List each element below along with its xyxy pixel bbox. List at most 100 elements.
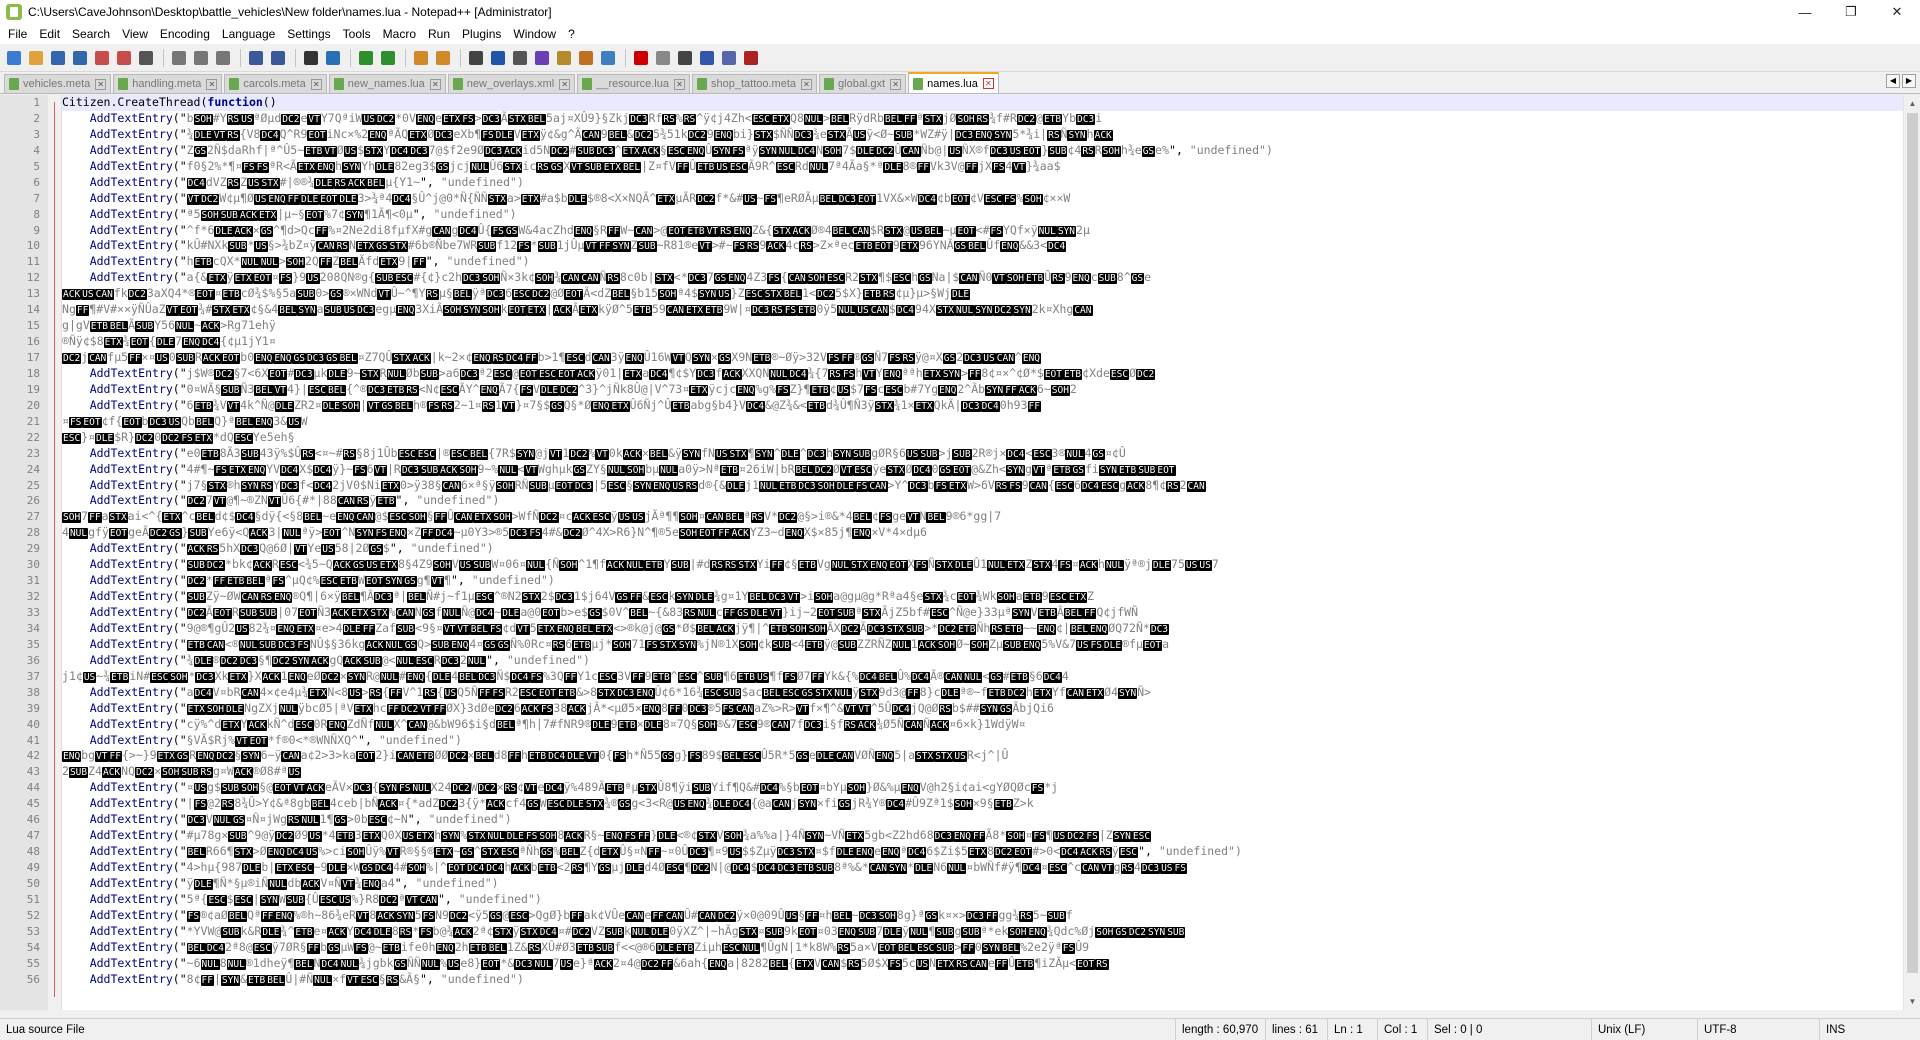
tab--resource-lua[interactable]: __resource.lua ✕ <box>577 74 690 93</box>
code-line[interactable]: AddTextEntry("DC3VNUL GS¤Ñ¤jWgRS NUL1¶GS>0… <box>62 812 1920 828</box>
menu-edit[interactable]: Edit <box>33 24 66 44</box>
zoom-in-button[interactable] <box>356 48 376 68</box>
menu-language[interactable]: Language <box>216 24 281 44</box>
code-line[interactable]: DC2jCANfµ5FF×¤US0SUBRACK EOTb0ENQ ENQ GS DC3… <box>62 350 1920 366</box>
tab-new-names-lua[interactable]: new_names.lua ✕ <box>328 74 446 93</box>
code-line[interactable]: AddTextEntry("aDC4V¤bRCAN4×¢e4µ¾ETXN<8US… <box>62 685 1920 701</box>
code-line[interactable]: AddTextEntry("#µ78g×SUB^9@ÿDC2Ø9US*4ETB3… <box>62 828 1920 844</box>
code-line[interactable]: AddTextEntry("¾DLE VT RS{V8DC4Q^R9EOTiNc×%… <box>62 127 1920 143</box>
paste-button[interactable] <box>213 48 233 68</box>
menu-settings[interactable]: Settings <box>281 24 336 44</box>
code-line[interactable]: AddTextEntry("9@®¶gÛ2US82¾¤ENQ ETX¤e>4DLE… <box>62 621 1920 637</box>
code-line[interactable]: AddTextEntry("e0ETB8Ã3SUB43ÿ%$ÛRS<¤~#RS§… <box>62 446 1920 462</box>
tab-close-icon[interactable]: ✕ <box>674 78 685 90</box>
save-button[interactable] <box>48 48 68 68</box>
open-file-button[interactable] <box>26 48 46 68</box>
vertical-scrollbar[interactable]: ▲ ▼ <box>1903 95 1920 1010</box>
zoom-out-button[interactable] <box>378 48 398 68</box>
sync-vertical-button[interactable] <box>411 48 431 68</box>
copy-button[interactable] <box>191 48 211 68</box>
code-line[interactable]: AddTextEntry("*YVW@SUBk&RDLE¾^ETBe¤ACKYD… <box>62 924 1920 940</box>
code-line[interactable]: AddTextEntry("4>hµ{987DLEb|ETX ESC~9DLE×W… <box>62 860 1920 876</box>
tab-carcols-meta[interactable]: carcols.meta ✕ <box>224 74 327 93</box>
tab-close-icon[interactable]: ✕ <box>559 78 571 90</box>
code-line[interactable]: ¤FS EOT¢f{EOTbDC3 USQbBELQ}ªBEL ENQ3&USW <box>62 414 1920 430</box>
tab-close-icon[interactable]: ✕ <box>206 78 218 90</box>
close-window-button[interactable]: ✕ <box>1874 0 1920 24</box>
code-line[interactable]: AddTextEntry("ZGS2Ñ$daRhf|ª^Û5~ETB VTØUS$… <box>62 143 1920 159</box>
redo-button[interactable] <box>268 48 288 68</box>
menu-macro[interactable]: Macro <box>377 24 422 44</box>
menu-run[interactable]: Run <box>422 24 456 44</box>
status-insert-mode[interactable]: INS <box>1820 1019 1870 1040</box>
code-line[interactable]: AddTextEntry("SUB DC2*bk¢ACKRESC<¾5~QACK G… <box>62 557 1920 573</box>
code-line[interactable]: AddTextEntry("kÛ#NXkSUB*US§>¾bZ¤ÿCAN RSNE… <box>62 238 1920 254</box>
tab-close-icon[interactable]: ✕ <box>429 78 441 90</box>
code-line[interactable]: AddTextEntry("¤USg$SUB SOH§@EOT VT ACKeÃV×D… <box>62 780 1920 796</box>
menu-plugins[interactable]: Plugins <box>456 24 507 44</box>
code-line[interactable]: g|gVETB BELÃSUBY56NUL~ACK>Rg71ehÿ <box>62 318 1920 334</box>
tab-scroll-right-icon[interactable]: ▶ <box>1902 74 1916 88</box>
tab-scroll-left-icon[interactable]: ◀ <box>1886 74 1900 88</box>
code-line[interactable]: SOH7FFaSTXai<^{ETX^cBELd¢$DC4§dÿ{<§8BEL~… <box>62 509 1920 525</box>
minimize-button[interactable]: — <box>1782 0 1828 24</box>
menu-tools[interactable]: Tools <box>337 24 377 44</box>
doc-map-button[interactable] <box>532 48 552 68</box>
code-line[interactable]: j1¢US~¾ETBiN#ESC SOH*DC3XkETX}XACK1ENQeØD… <box>62 669 1920 685</box>
menu-encoding[interactable]: Encoding <box>154 24 216 44</box>
menu-search[interactable]: Search <box>66 24 116 44</box>
print-button[interactable] <box>136 48 156 68</box>
code-line[interactable]: ESC}¤DLE$R}DC20DC2 FS ETX*dQESCYe5eh§ <box>62 430 1920 446</box>
tab-close-icon[interactable]: ✕ <box>310 78 322 90</box>
code-line[interactable]: AddTextEntry("BELR66¶STX>ØENQ DC4 US%>ciSO… <box>62 844 1920 860</box>
code-line[interactable]: AddTextEntry("8¢FF|SYN&ETB BELÛ|#ÑNUL×fVT… <box>62 972 1920 988</box>
code-line[interactable]: AddTextEntry("ETX SOH DLENgZXjNULÿbcØ5|ªVE… <box>62 701 1920 717</box>
menu-window[interactable]: Window <box>507 24 562 44</box>
spell-check-button[interactable] <box>741 48 761 68</box>
code-line[interactable]: AddTextEntry("DC2*FF ETB BELªFS^µQ¢%ESC ETB… <box>62 573 1920 589</box>
tab-vehicles-meta[interactable]: vehicles.meta ✕ <box>4 74 112 93</box>
code-line[interactable]: AddTextEntry("DC2ÃEOTRSUB SUB|07EOTÑ3ACK E… <box>62 605 1920 621</box>
status-eol[interactable]: Unix (LF) <box>1592 1018 1698 1040</box>
find-button[interactable] <box>301 48 321 68</box>
code-line[interactable]: NgFF¶#V#××ÿÑÛaZVT EOT¾#STX ETX¢§&4BEL SYNaS… <box>62 302 1920 318</box>
tab-close-icon[interactable]: ✕ <box>982 78 994 89</box>
run-macro-multiple-button[interactable] <box>697 48 717 68</box>
code-line[interactable]: AddTextEntry("DC4dVZRSZUS STX#|®®¾DLE RS AC… <box>62 175 1920 191</box>
tab-global-gxt[interactable]: global.gxt ✕ <box>819 74 907 93</box>
tab-close-icon[interactable]: ✕ <box>801 78 813 90</box>
record-macro-button[interactable] <box>631 48 651 68</box>
tab-shop-tattoo-meta[interactable]: shop_tattoo.meta ✕ <box>692 74 818 93</box>
code-line[interactable]: 4NULgfÿEOTgeÃDC2 GS}SUBYe6ÿ<QACK3|NULªÿ>E… <box>62 525 1920 541</box>
editor-pane[interactable]: 1 2 3 4 5 6 7 8 9 10 11 12 13 14 15 16 17 18 19 20 21 22 23 24 2… <box>0 95 1920 1010</box>
cut-button[interactable] <box>169 48 189 68</box>
indent-guide-button[interactable] <box>510 48 530 68</box>
save-macro-button[interactable] <box>719 48 739 68</box>
code-line[interactable]: AddTextEntry("hETBcQX*NUL NUL>SOH2QFFZBEL… <box>62 254 1920 270</box>
play-macro-button[interactable] <box>675 48 695 68</box>
replace-button[interactable] <box>323 48 343 68</box>
code-line[interactable]: AddTextEntry("4#¶~FS ETX ENQYVDC4X$DC4ÿ}~F… <box>62 462 1920 478</box>
tab-new-overlays-xml[interactable]: new_overlays.xml ✕ <box>447 74 576 93</box>
undo-button[interactable] <box>246 48 266 68</box>
code-line[interactable]: ®Ñÿ¢$8ETX¾EOT{DLE7ENQ DC4{¢µ1jY1¤ <box>62 334 1920 350</box>
tab-close-icon[interactable]: ✕ <box>95 78 107 90</box>
maximize-button[interactable]: ❐ <box>1828 0 1874 24</box>
stop-record-button[interactable] <box>653 48 673 68</box>
new-file-button[interactable] <box>4 48 24 68</box>
code-line[interactable]: AddTextEntry("5ª{ESC$ESC|SYNWSUB{ÛESC US%… <box>62 892 1920 908</box>
code-line[interactable]: AddTextEntry("6ETB¾VVT4k^Ñ@DLEZR2¤DLE SOH… <box>62 398 1920 414</box>
code-line[interactable]: ACK US CANfkDC23aXQ4*®EOT¤ETBcØ¾$%§5aSUB0>… <box>62 286 1920 302</box>
code-line[interactable]: AddTextEntry("DC27VT@¶~®ZNVTÛ6{#*|88CAN R… <box>62 493 1920 509</box>
show-all-chars-button[interactable] <box>488 48 508 68</box>
code-line[interactable]: AddTextEntry("bSOH#YRS USªØµdDC2eVTY7QªiW… <box>62 111 1920 127</box>
code-line[interactable]: Citizen.CreateThread(function() <box>62 95 1920 111</box>
fold-margin[interactable] <box>48 95 62 1010</box>
code-line[interactable]: AddTextEntry("ETB CAN<®NUL SUB DC3 FSNÛ$§36k… <box>62 637 1920 653</box>
code-line[interactable]: AddTextEntry("~6NUL8NUL®1dheÿ¶BELNDC4 NUL… <box>62 956 1920 972</box>
code-line[interactable]: AddTextEntry("ÿDLE¶Ñ*§µ®iÑNULdbACKV¤ÑVT¾… <box>62 876 1920 892</box>
code-line[interactable]: AddTextEntry("§VÃ$Rj%VT EOT*f®0<*®WNÑXQ^"… <box>62 733 1920 749</box>
code-line[interactable]: AddTextEntry("|FS@2RS8¾Û>Y¢&ª8gbBEL4ceb|… <box>62 796 1920 812</box>
status-encoding[interactable]: UTF-8 <box>1698 1018 1820 1040</box>
menu-view[interactable]: View <box>116 24 154 44</box>
